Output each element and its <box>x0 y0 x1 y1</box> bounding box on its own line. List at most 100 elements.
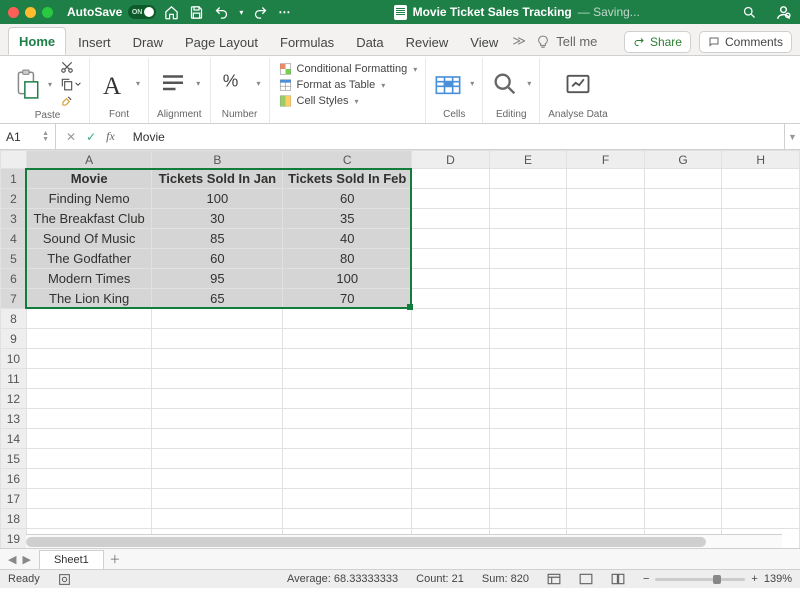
cell[interactable] <box>489 409 567 429</box>
account-icon[interactable] <box>775 4 792 21</box>
enter-formula-icon[interactable]: ✓ <box>86 130 96 144</box>
cell[interactable] <box>644 209 722 229</box>
row-header[interactable]: 13 <box>1 409 27 429</box>
cell[interactable] <box>567 489 645 509</box>
column-header[interactable]: E <box>489 151 567 169</box>
tab-insert[interactable]: Insert <box>68 29 121 55</box>
cell[interactable] <box>26 469 152 489</box>
cell[interactable] <box>412 309 490 329</box>
cell[interactable] <box>644 289 722 309</box>
cell[interactable] <box>412 389 490 409</box>
row-header[interactable]: 14 <box>1 429 27 449</box>
cell[interactable] <box>412 449 490 469</box>
cell[interactable] <box>26 329 152 349</box>
cell[interactable] <box>152 349 283 369</box>
cell[interactable]: 95 <box>152 269 283 289</box>
cell[interactable] <box>489 249 567 269</box>
cell[interactable] <box>644 169 722 189</box>
cell[interactable] <box>567 349 645 369</box>
cell[interactable] <box>722 389 800 409</box>
cell[interactable] <box>644 189 722 209</box>
cell[interactable] <box>152 389 283 409</box>
zoom-control[interactable]: − + 139% <box>643 573 792 585</box>
row-header[interactable]: 7 <box>1 289 27 309</box>
tab-data[interactable]: Data <box>346 29 393 55</box>
cell[interactable] <box>412 369 490 389</box>
view-normal-icon[interactable] <box>547 573 561 585</box>
tab-overflow-icon[interactable]: ≫ <box>510 33 528 55</box>
cell[interactable] <box>152 309 283 329</box>
cell[interactable] <box>283 329 412 349</box>
row-header[interactable]: 6 <box>1 269 27 289</box>
cell[interactable] <box>722 229 800 249</box>
copy-icon[interactable] <box>60 77 81 91</box>
cell[interactable] <box>152 489 283 509</box>
fx-icon[interactable]: fx <box>106 129 115 144</box>
cell[interactable] <box>722 449 800 469</box>
tab-draw[interactable]: Draw <box>123 29 173 55</box>
cell[interactable] <box>722 489 800 509</box>
search-icon[interactable] <box>742 5 757 20</box>
cell[interactable] <box>644 309 722 329</box>
column-header[interactable]: A <box>26 151 152 169</box>
cell[interactable] <box>283 349 412 369</box>
cell[interactable] <box>567 469 645 489</box>
row-header[interactable]: 18 <box>1 509 27 529</box>
editing-dropdown-icon[interactable]: ▾ <box>527 79 531 88</box>
cell[interactable] <box>722 369 800 389</box>
cell[interactable] <box>567 409 645 429</box>
formula-input[interactable]: Movie <box>125 130 784 144</box>
cell[interactable] <box>283 489 412 509</box>
column-header[interactable]: B <box>152 151 283 169</box>
column-header[interactable]: F <box>567 151 645 169</box>
cell[interactable] <box>152 449 283 469</box>
paste-dropdown-icon[interactable]: ▾ <box>48 80 52 89</box>
cell[interactable]: The Lion King <box>26 289 152 309</box>
cell[interactable] <box>152 329 283 349</box>
cell[interactable]: Modern Times <box>26 269 152 289</box>
cell[interactable] <box>152 369 283 389</box>
cell[interactable] <box>567 209 645 229</box>
cell[interactable] <box>412 169 490 189</box>
row-header[interactable]: 1 <box>1 169 27 189</box>
cell[interactable] <box>283 449 412 469</box>
cell[interactable]: 35 <box>283 209 412 229</box>
cell[interactable] <box>489 469 567 489</box>
cell[interactable] <box>644 269 722 289</box>
cell[interactable] <box>722 209 800 229</box>
cell[interactable] <box>644 469 722 489</box>
cell[interactable]: The Godfather <box>26 249 152 269</box>
cell[interactable]: The Breakfast Club <box>26 209 152 229</box>
cell[interactable] <box>412 409 490 429</box>
cell[interactable]: 65 <box>152 289 283 309</box>
column-header[interactable]: C <box>283 151 412 169</box>
undo-icon[interactable] <box>214 5 229 20</box>
cell[interactable] <box>644 449 722 469</box>
column-header[interactable]: G <box>644 151 722 169</box>
name-box[interactable]: A1 ▲▼ <box>0 124 56 149</box>
row-header[interactable]: 15 <box>1 449 27 469</box>
cell[interactable] <box>489 369 567 389</box>
cell[interactable]: 80 <box>283 249 412 269</box>
cell[interactable] <box>152 509 283 529</box>
column-header[interactable]: D <box>412 151 490 169</box>
cell[interactable] <box>567 369 645 389</box>
cell[interactable] <box>283 409 412 429</box>
row-header[interactable]: 9 <box>1 329 27 349</box>
cell[interactable] <box>722 469 800 489</box>
sheet-next-icon[interactable]: ▶ <box>22 553 30 566</box>
cell[interactable] <box>283 309 412 329</box>
cell[interactable]: Movie <box>26 169 152 189</box>
row-header[interactable]: 17 <box>1 489 27 509</box>
cell-styles-button[interactable]: Cell Styles▾ <box>278 94 418 108</box>
editing-button[interactable] <box>491 70 519 98</box>
redo-icon[interactable] <box>253 5 268 20</box>
sheet-prev-icon[interactable]: ◀ <box>8 553 16 566</box>
macro-record-icon[interactable] <box>58 573 71 586</box>
cell[interactable]: 60 <box>152 249 283 269</box>
cell[interactable]: 100 <box>283 269 412 289</box>
autosave-toggle[interactable]: AutoSave ON <box>67 5 156 19</box>
cell[interactable] <box>489 489 567 509</box>
cell[interactable] <box>412 269 490 289</box>
tell-me[interactable]: Tell me <box>530 34 603 55</box>
